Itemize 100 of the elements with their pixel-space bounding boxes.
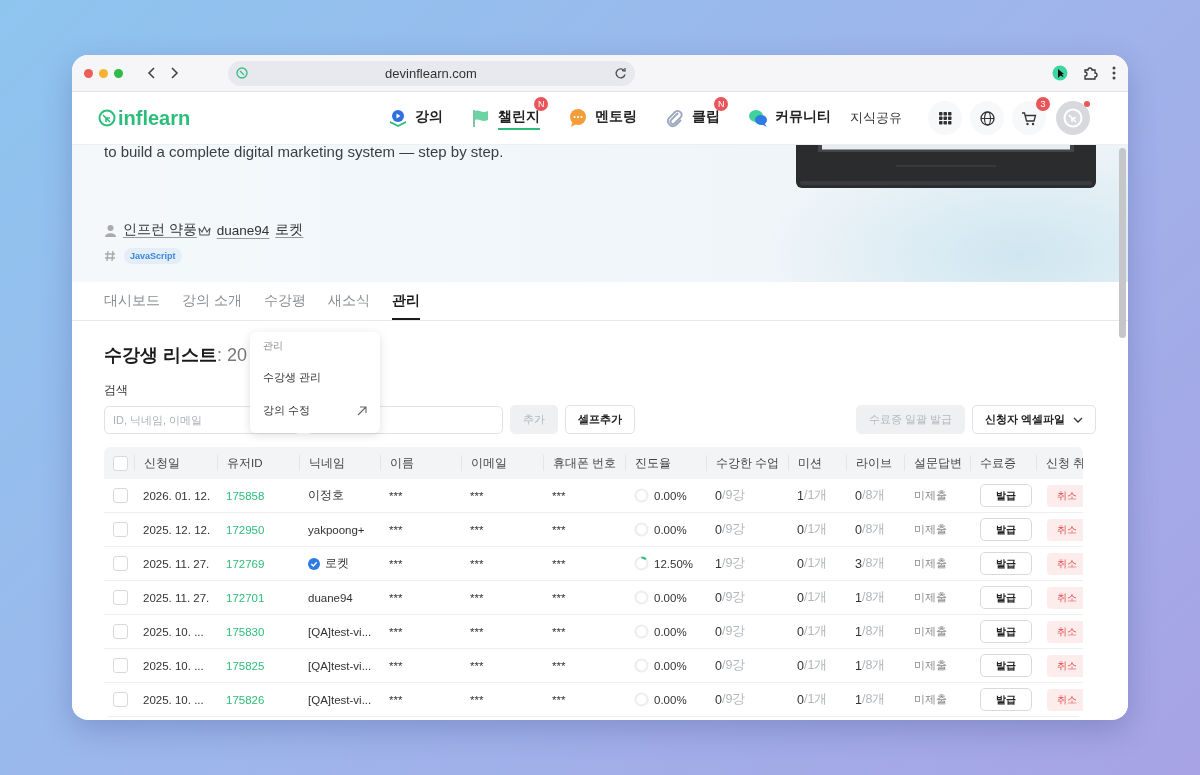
table-cell: [QA]test-vi... xyxy=(308,693,372,706)
menu-header: 관리 xyxy=(262,339,284,353)
knowledge-share-link[interactable]: 지식공유 xyxy=(850,109,902,127)
table-cell-text: 2025. 10. ... xyxy=(142,693,205,706)
cart-icon[interactable] xyxy=(1021,110,1037,126)
search-label: 검색 xyxy=(104,383,128,398)
action-button[interactable]: 셀프추가 xyxy=(565,405,635,434)
column-header: 휴대폰 번호 xyxy=(543,455,625,471)
play-book-icon xyxy=(388,108,409,128)
url-text: devinflearn.com xyxy=(384,65,478,81)
table-cell-text: 0/1개 xyxy=(796,691,829,708)
reload-icon[interactable] xyxy=(614,66,627,80)
table-cell-text: *** xyxy=(469,625,485,638)
forward-icon[interactable] xyxy=(168,66,180,80)
paperclip-icon xyxy=(665,108,686,128)
issue-button[interactable]: 발급 xyxy=(980,552,1032,575)
nav-link[interactable]: 강의 xyxy=(415,106,444,130)
table-cell-text: *** xyxy=(551,523,567,536)
course-description: to build a complete digital marketing system — step by step. xyxy=(104,144,505,160)
table-cell-text: 1/8개 xyxy=(854,657,887,674)
cancel-button[interactable]: 취소 xyxy=(1047,552,1083,575)
table-cell-text: 0/9강 xyxy=(714,589,747,606)
issue-button[interactable]: 발급 xyxy=(980,654,1032,677)
table-cell-text: 0/9강 xyxy=(714,691,747,708)
issue-button[interactable]: 발급 xyxy=(980,518,1032,541)
cancel-button[interactable]: 취소 xyxy=(1047,484,1083,507)
checkbox[interactable] xyxy=(113,455,128,471)
checkbox[interactable] xyxy=(113,590,128,605)
author-link[interactable]: duane94 xyxy=(216,222,270,238)
table-cell-text: *** xyxy=(551,557,567,570)
cancel-button[interactable]: 취소 xyxy=(1047,654,1083,677)
table-cell-text: *** xyxy=(469,557,485,570)
table-cell-text: 1/9강 xyxy=(714,555,747,572)
checkbox[interactable] xyxy=(113,624,128,639)
table-cell-text: *** xyxy=(551,489,567,502)
avatar[interactable] xyxy=(1056,101,1090,135)
column-header: 수강한 수업 xyxy=(706,455,788,471)
nav-link[interactable]: 멘토링 xyxy=(595,106,638,130)
author-link[interactable]: 인프런 약풍 xyxy=(123,221,197,239)
table-cell: 0.00% xyxy=(654,693,687,706)
column-header: 신청일 xyxy=(134,455,217,471)
checkbox[interactable] xyxy=(113,488,128,503)
checkbox[interactable] xyxy=(113,692,128,707)
extension-icon[interactable] xyxy=(1052,65,1068,81)
cancel-button[interactable]: 취소 xyxy=(1047,688,1083,711)
table-cell: 0.00% xyxy=(654,625,687,638)
table-cell-text: 1/1개 xyxy=(796,487,829,504)
puzzle-icon[interactable] xyxy=(1082,65,1098,81)
table-cell-text: *** xyxy=(551,591,567,604)
column-header: 이메일 xyxy=(461,455,543,471)
maximize-window-button[interactable] xyxy=(114,68,123,78)
table-cell-text: 2025. 12. 12. xyxy=(142,523,212,536)
table-cell-text: 미제출 xyxy=(913,522,948,537)
table-cell-text: 0/8개 xyxy=(854,521,887,538)
issue-button[interactable]: 발급 xyxy=(980,620,1032,643)
cancel-button[interactable]: 취소 xyxy=(1047,518,1083,541)
table-cell: yakpoong+ xyxy=(308,523,365,536)
column-header: 닉네임 xyxy=(299,455,380,471)
author-link[interactable]: 로켓 xyxy=(275,221,304,239)
issue-button[interactable]: 발급 xyxy=(980,484,1032,507)
table-cell-text: 2026. 01. 12. xyxy=(142,489,212,502)
more-icon[interactable] xyxy=(1112,66,1116,80)
checkbox[interactable] xyxy=(113,522,128,537)
back-icon[interactable] xyxy=(146,66,158,80)
scrollbar[interactable] xyxy=(1119,148,1126,338)
table-cell: 12.50% xyxy=(654,557,693,570)
grid-icon[interactable] xyxy=(938,111,952,125)
table-cell-text: 0/9강 xyxy=(714,657,747,674)
person-icon xyxy=(104,223,117,237)
column-header: 진도율 xyxy=(625,455,706,471)
table-cell-text: 1/8개 xyxy=(854,623,887,640)
table-cell: 0.00% xyxy=(654,523,687,536)
table-cell-text: 0/9강 xyxy=(714,521,747,538)
globe-icon[interactable] xyxy=(979,110,995,126)
column-header: 설문답변 xyxy=(904,455,970,471)
cancel-button[interactable]: 취소 xyxy=(1047,586,1083,609)
minimize-window-button[interactable] xyxy=(99,68,108,78)
checkbox[interactable] xyxy=(113,556,128,571)
issue-button[interactable]: 발급 xyxy=(980,688,1032,711)
table-cell-text: *** xyxy=(388,659,404,672)
nav-link[interactable]: 커뮤니티 xyxy=(775,106,832,130)
table-cell-text: 미제출 xyxy=(913,658,948,673)
menu-item[interactable]: 수강생 관리 xyxy=(250,361,380,394)
table-cell-text: 0/1개 xyxy=(796,555,829,572)
site-icon xyxy=(236,67,248,79)
cancel-button[interactable]: 취소 xyxy=(1047,620,1083,643)
table-cell-text: *** xyxy=(388,523,404,536)
close-window-button[interactable] xyxy=(84,68,93,78)
checkbox[interactable] xyxy=(113,658,128,673)
address-bar[interactable]: devinflearn.com xyxy=(228,60,635,86)
issue-button[interactable]: 발급 xyxy=(980,586,1032,609)
table-cell-text: 미제출 xyxy=(913,488,948,503)
table-cell: 0.00% xyxy=(654,489,687,502)
table-cell: [QA]test-vi... xyxy=(308,625,372,638)
cart-count-badge: 3 xyxy=(1036,97,1050,111)
action-button[interactable]: 신청자 엑셀파일 xyxy=(971,405,1096,434)
table-cell-text: 0/1개 xyxy=(796,657,829,674)
table-cell-text: *** xyxy=(469,523,485,536)
table-cell-text: 1/8개 xyxy=(854,589,887,606)
new-badge: N xyxy=(714,97,729,111)
